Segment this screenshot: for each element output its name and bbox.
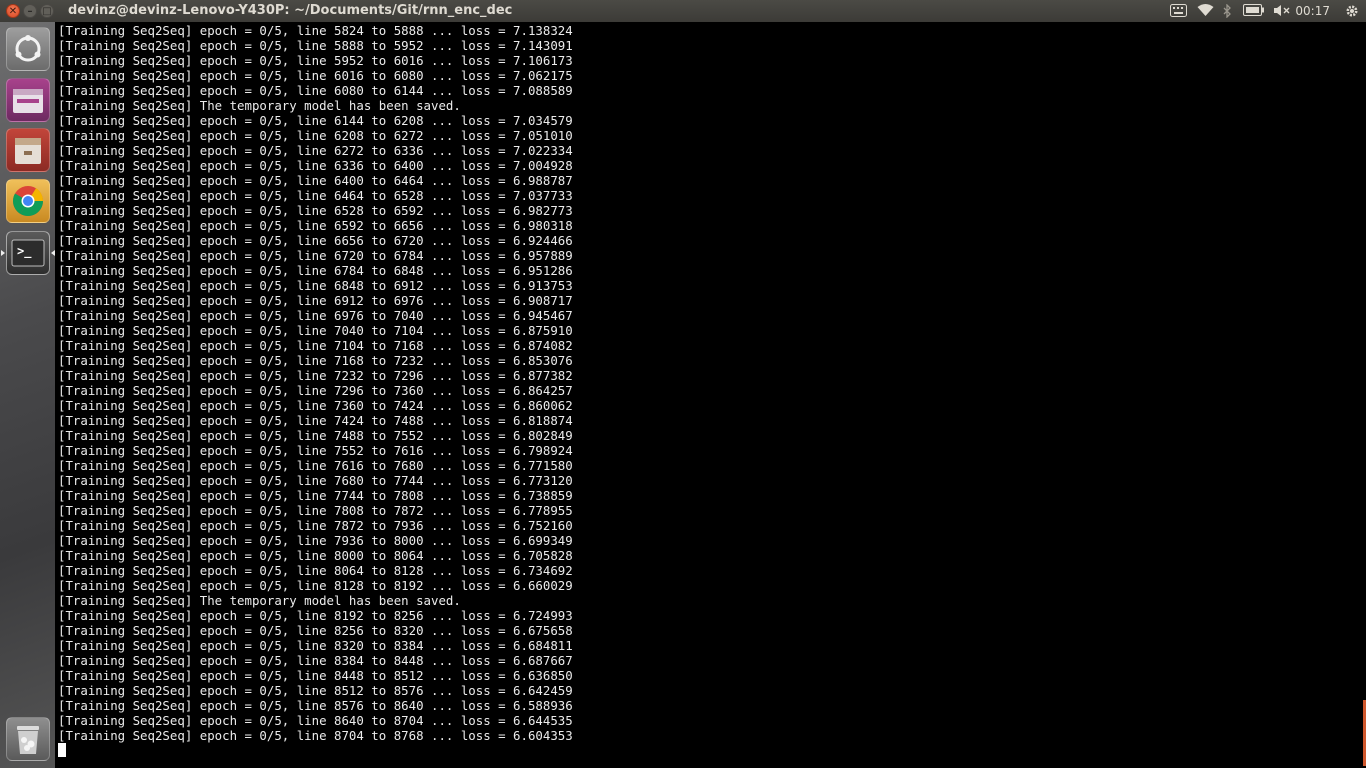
terminal-line: [Training Seq2Seq] epoch = 0/5, line 659… [58, 218, 573, 233]
terminal-line: [Training Seq2Seq] epoch = 0/5, line 716… [58, 353, 573, 368]
terminal-line: [Training Seq2Seq] epoch = 0/5, line 870… [58, 728, 573, 743]
terminal-line: [Training Seq2Seq] epoch = 0/5, line 665… [58, 233, 573, 248]
terminal-line: [Training Seq2Seq] epoch = 0/5, line 736… [58, 398, 573, 413]
launcher: >_ [0, 22, 55, 768]
terminal-line: [Training Seq2Seq] The temporary model h… [58, 98, 461, 113]
terminal-line: [Training Seq2Seq] epoch = 0/5, line 844… [58, 668, 573, 683]
chrome-icon[interactable] [6, 179, 50, 223]
terminal-icon[interactable]: >_ [6, 231, 50, 275]
terminal-line: [Training Seq2Seq] epoch = 0/5, line 646… [58, 188, 573, 203]
close-button[interactable]: ✕ [6, 4, 20, 18]
terminal-line: [Training Seq2Seq] epoch = 0/5, line 857… [58, 698, 573, 713]
terminal-line: [Training Seq2Seq] epoch = 0/5, line 588… [58, 38, 573, 53]
top-panel: ✕ – □ devinz@devinz-Lenovo-Y430P: ~/Docu… [0, 0, 1366, 22]
terminal-line: [Training Seq2Seq] epoch = 0/5, line 819… [58, 608, 573, 623]
terminal-line: [Training Seq2Seq] epoch = 0/5, line 704… [58, 323, 573, 338]
window-title: devinz@devinz-Lenovo-Y430P: ~/Documents/… [68, 3, 513, 18]
terminal-line: [Training Seq2Seq] epoch = 0/5, line 761… [58, 458, 573, 473]
terminal-line: [Training Seq2Seq] epoch = 0/5, line 806… [58, 563, 573, 578]
terminal-line: [Training Seq2Seq] epoch = 0/5, line 582… [58, 23, 573, 38]
minimize-button[interactable]: – [23, 4, 37, 18]
text-cursor [58, 743, 66, 757]
archive-manager-icon[interactable] [6, 128, 50, 172]
terminal-window[interactable]: [Training Seq2Seq] epoch = 0/5, line 582… [55, 22, 1366, 768]
terminal-line: [Training Seq2Seq] epoch = 0/5, line 774… [58, 488, 573, 503]
terminal-line: [Training Seq2Seq] epoch = 0/5, line 697… [58, 308, 573, 323]
terminal-line: [Training Seq2Seq] epoch = 0/5, line 608… [58, 83, 573, 98]
terminal-line: [Training Seq2Seq] epoch = 0/5, line 748… [58, 428, 573, 443]
gear-icon[interactable] [1345, 0, 1359, 22]
terminal-line: [Training Seq2Seq] epoch = 0/5, line 678… [58, 263, 573, 278]
terminal-line: [Training Seq2Seq] epoch = 0/5, line 838… [58, 653, 573, 668]
terminal-line: [Training Seq2Seq] epoch = 0/5, line 691… [58, 293, 573, 308]
terminal-line: [Training Seq2Seq] epoch = 0/5, line 832… [58, 638, 573, 653]
battery-icon[interactable] [1243, 0, 1264, 22]
terminal-line: [Training Seq2Seq] epoch = 0/5, line 723… [58, 368, 573, 383]
prompt-line[interactable] [58, 743, 573, 758]
dash-home-icon[interactable] [6, 27, 50, 71]
terminal-line: [Training Seq2Seq] epoch = 0/5, line 710… [58, 338, 573, 353]
terminal-line: [Training Seq2Seq] epoch = 0/5, line 595… [58, 53, 573, 68]
clock[interactable]: 00:17 [1295, 0, 1330, 22]
terminal-line: [Training Seq2Seq] epoch = 0/5, line 633… [58, 158, 573, 173]
terminal-line: [Training Seq2Seq] epoch = 0/5, line 787… [58, 518, 573, 533]
volume-icon[interactable] [1273, 0, 1291, 22]
terminal-line: [Training Seq2Seq] epoch = 0/5, line 812… [58, 578, 573, 593]
terminal-line: [Training Seq2Seq] epoch = 0/5, line 627… [58, 143, 573, 158]
terminal-line: [Training Seq2Seq] epoch = 0/5, line 601… [58, 68, 573, 83]
terminal-icon-label: >_ [17, 244, 32, 258]
terminal-line: [Training Seq2Seq] epoch = 0/5, line 768… [58, 473, 573, 488]
terminal-line: [Training Seq2Seq] epoch = 0/5, line 864… [58, 713, 573, 728]
trash-icon[interactable] [6, 717, 50, 761]
files-icon[interactable] [6, 78, 50, 122]
terminal-line: [Training Seq2Seq] The temporary model h… [58, 593, 461, 608]
terminal-line: [Training Seq2Seq] epoch = 0/5, line 755… [58, 443, 573, 458]
terminal-line: [Training Seq2Seq] epoch = 0/5, line 825… [58, 623, 573, 638]
terminal-line: [Training Seq2Seq] epoch = 0/5, line 672… [58, 248, 573, 263]
terminal-line: [Training Seq2Seq] epoch = 0/5, line 793… [58, 533, 573, 548]
running-indicator [1, 250, 5, 256]
terminal-line: [Training Seq2Seq] epoch = 0/5, line 640… [58, 173, 573, 188]
bluetooth-icon[interactable] [1223, 0, 1232, 22]
terminal-line: [Training Seq2Seq] epoch = 0/5, line 614… [58, 113, 573, 128]
terminal-line: [Training Seq2Seq] epoch = 0/5, line 729… [58, 383, 573, 398]
terminal-line: [Training Seq2Seq] epoch = 0/5, line 800… [58, 548, 573, 563]
terminal-output: [Training Seq2Seq] epoch = 0/5, line 582… [58, 23, 573, 758]
terminal-line: [Training Seq2Seq] epoch = 0/5, line 742… [58, 413, 573, 428]
keyboard-icon[interactable] [1170, 0, 1187, 22]
terminal-line: [Training Seq2Seq] epoch = 0/5, line 780… [58, 503, 573, 518]
maximize-button[interactable]: □ [40, 4, 54, 18]
terminal-line: [Training Seq2Seq] epoch = 0/5, line 652… [58, 203, 573, 218]
terminal-line: [Training Seq2Seq] epoch = 0/5, line 620… [58, 128, 573, 143]
terminal-line: [Training Seq2Seq] epoch = 0/5, line 684… [58, 278, 573, 293]
wifi-icon[interactable] [1197, 0, 1214, 22]
terminal-line: [Training Seq2Seq] epoch = 0/5, line 851… [58, 683, 573, 698]
